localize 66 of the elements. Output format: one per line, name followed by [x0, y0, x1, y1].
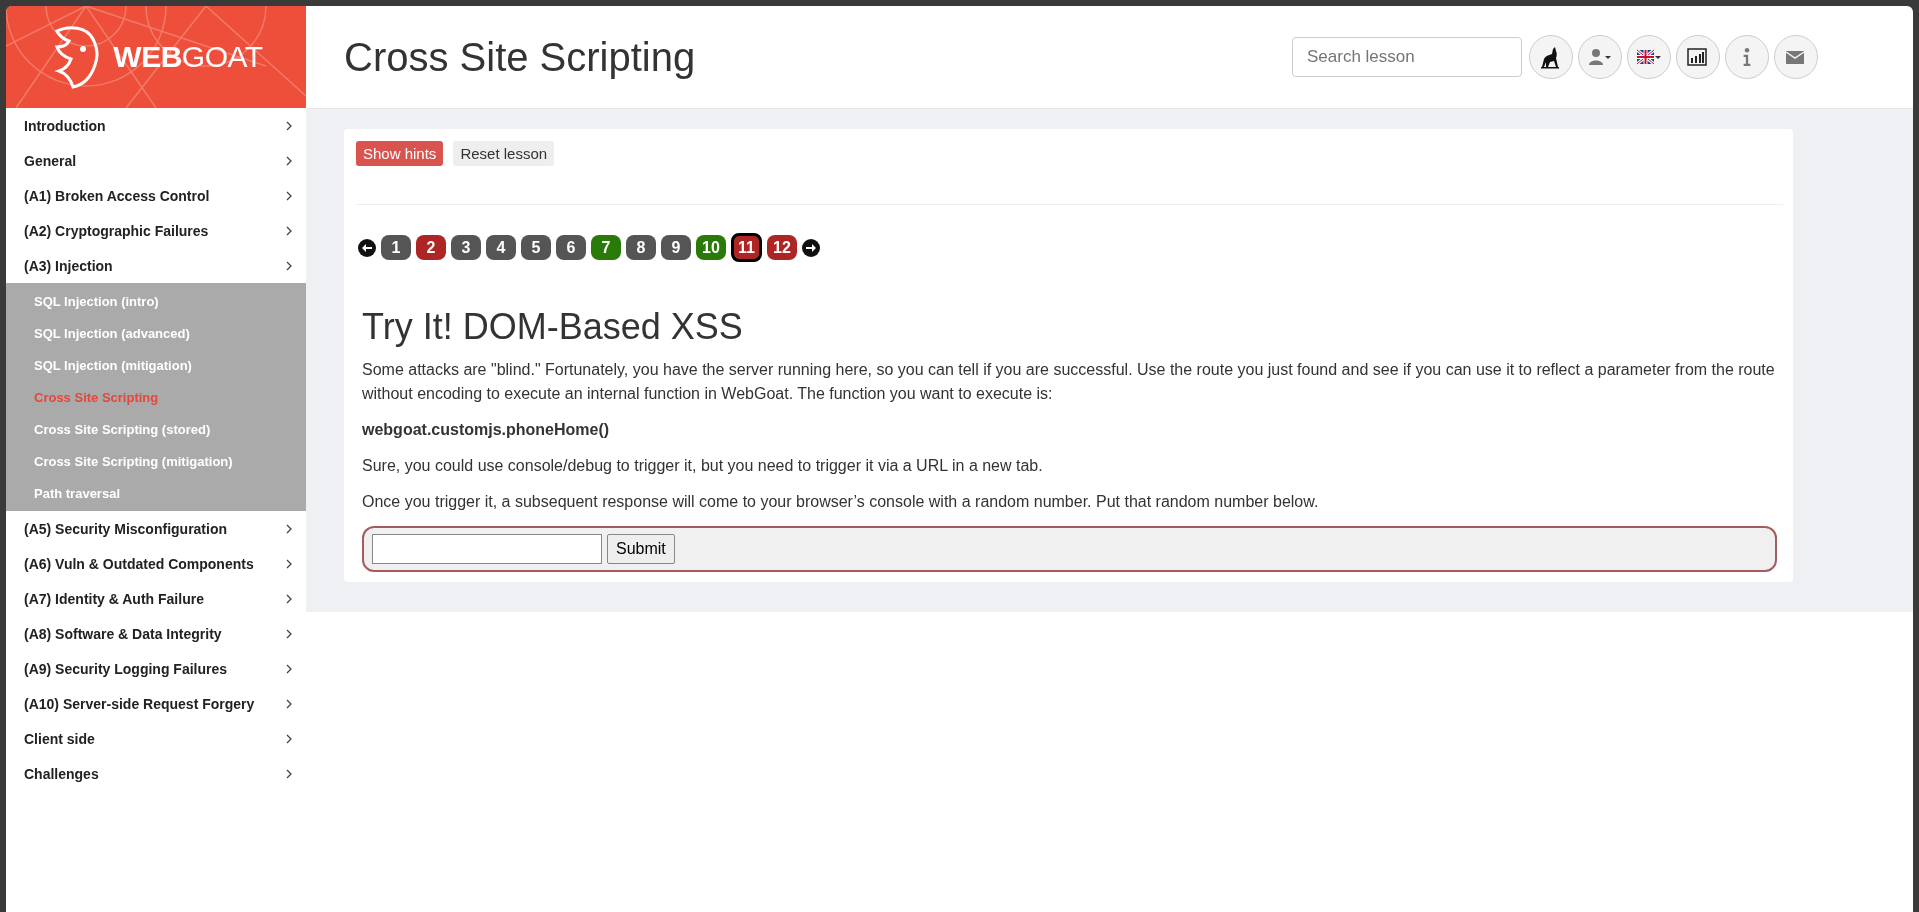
- sidebar-item-label: (A6) Vuln & Outdated Components: [24, 555, 254, 572]
- sidebar-item-label: (A9) Security Logging Failures: [24, 660, 228, 677]
- sidebar-item[interactable]: (A8) Software & Data Integrity: [6, 616, 306, 651]
- sidebar-item[interactable]: Client side: [6, 721, 306, 756]
- page-button[interactable]: 3: [451, 235, 481, 260]
- sidebar-item-label: (A2) Cryptographic Failures: [24, 222, 209, 239]
- page-button[interactable]: 8: [626, 235, 656, 260]
- lesson-paragraph: Sure, you could use console/debug to trigger it, but you need to trigger it via a URL in a new tab.: [362, 456, 1044, 476]
- sidebar-item-label: (A5) Security Misconfiguration: [24, 520, 228, 537]
- sidebar-item[interactable]: (A3) Injection: [6, 248, 306, 283]
- chevron-icon: [286, 593, 292, 604]
- lesson-paragraph: Some attacks are "blind." Fortunately, you have the server running here, so you can tell if you are successful. Use the route you just found and see if you can use it to reflect a parameter from the route without encoding to execute an internal function in WebGoat. The function you want to execute is:: [362, 360, 1776, 404]
- sidebar-item-label: (A7) Identity & Auth Failure: [24, 590, 204, 607]
- sidebar-item-label: Challenges: [24, 765, 99, 782]
- chevron-icon: [286, 120, 292, 131]
- search-field[interactable]: Search lesson: [1292, 37, 1522, 77]
- sidebar-item-label: Client side: [24, 730, 95, 747]
- round-button[interactable]: [1529, 35, 1573, 79]
- chevron-icon: [286, 523, 292, 534]
- page-button[interactable]: 7: [591, 235, 621, 260]
- sidebar-item-label: General: [24, 152, 77, 169]
- chevron-icon: [286, 225, 292, 236]
- sidebar-item[interactable]: (A6) Vuln & Outdated Components: [6, 546, 306, 581]
- page-button[interactable]: 11: [731, 233, 762, 262]
- sidebar-item[interactable]: (A1) Broken Access Control: [6, 178, 306, 213]
- chevron-icon: [286, 260, 292, 271]
- page-button[interactable]: 9: [661, 235, 691, 260]
- chevron-icon: [286, 663, 292, 674]
- sidebar-item-label: (A8) Software & Data Integrity: [24, 625, 222, 642]
- sidebar-item[interactable]: (A10) Server-side Request Forgery: [6, 686, 306, 721]
- page-button[interactable]: 12: [766, 235, 797, 260]
- page-button[interactable]: 6: [556, 235, 586, 260]
- sidebar-item[interactable]: Challenges: [6, 756, 306, 791]
- function-name: webgoat.customjs.phoneHome(): [362, 420, 611, 440]
- page-button[interactable]: 4: [486, 235, 516, 260]
- page-title: Cross Site Scripting: [344, 34, 696, 80]
- lesson-heading: Try It! DOM-Based XSS: [362, 306, 744, 348]
- sidebar-item-label: (A3) Injection: [24, 257, 113, 274]
- sidebar-item-label: (A10) Server-side Request Forgery: [24, 695, 255, 712]
- round-button[interactable]: [1676, 35, 1720, 79]
- reset-lesson-button[interactable]: Reset lesson: [453, 141, 555, 166]
- page-button[interactable]: 10: [696, 235, 726, 260]
- page-button[interactable]: 2: [416, 235, 446, 260]
- chevron-icon: [286, 155, 292, 166]
- lesson-paragraph: Once you trigger it, a subsequent response will come to your browser’s console with a random number. Put that random number below.: [362, 492, 1320, 512]
- sidebar-item[interactable]: Introduction: [6, 108, 306, 143]
- chevron-icon: [286, 698, 292, 709]
- sidebar-item[interactable]: (A9) Security Logging Failures: [6, 651, 306, 686]
- page-button[interactable]: 5: [521, 235, 551, 260]
- chevron-icon: [286, 190, 292, 201]
- answer-field[interactable]: [372, 534, 602, 564]
- info-icon: [1743, 48, 1751, 66]
- chevron-icon: [286, 733, 292, 744]
- chevron-icon: [286, 628, 292, 639]
- chevron-icon: [286, 768, 292, 779]
- sidebar-item[interactable]: General: [6, 143, 306, 178]
- sidebar-item-label: (A1) Broken Access Control: [24, 187, 210, 204]
- sidebar-item[interactable]: (A2) Cryptographic Failures: [6, 213, 306, 248]
- chevron-icon: [286, 558, 292, 569]
- submit-button[interactable]: Submit: [607, 534, 675, 564]
- logo-text: WEBGOAT: [113, 40, 263, 74]
- sidebar-item[interactable]: (A5) Security Misconfiguration: [6, 511, 306, 546]
- sidebar-item[interactable]: (A7) Identity & Auth Failure: [6, 581, 306, 616]
- page-button[interactable]: 1: [381, 235, 411, 260]
- show-hints-button[interactable]: Show hints: [356, 141, 444, 166]
- sidebar-item-label: Introduction: [24, 117, 106, 134]
